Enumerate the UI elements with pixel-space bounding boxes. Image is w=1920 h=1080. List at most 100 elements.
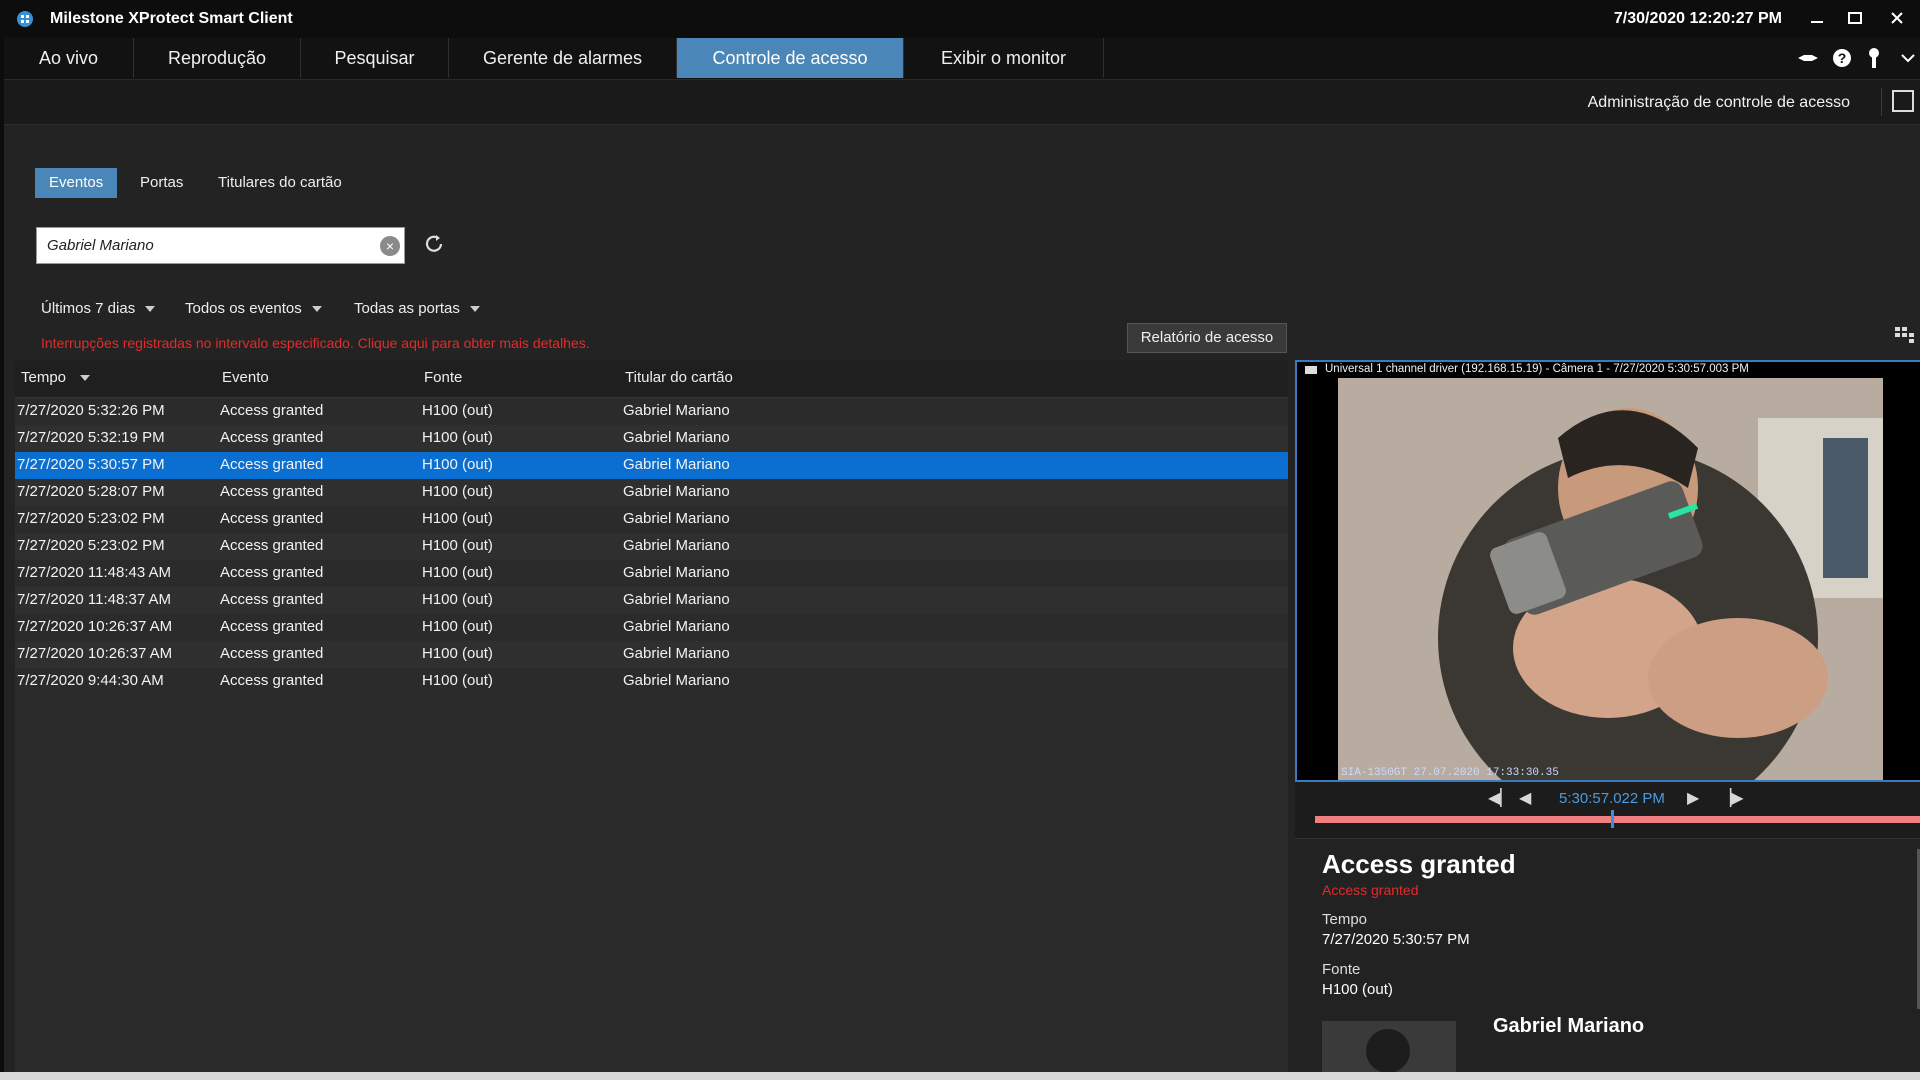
details-time-label: Tempo (1322, 911, 1368, 928)
cell-tempo: 7/27/2020 5:30:57 PM (17, 456, 165, 473)
skip-back-icon[interactable]: ◀▏ (1488, 788, 1513, 808)
cell-fonte: H100 (out) (422, 483, 493, 500)
cell-evento: Access granted (220, 429, 324, 446)
restore-button[interactable] (1838, 4, 1872, 32)
close-button[interactable] (1880, 4, 1914, 32)
tab-reproducao[interactable]: Reprodução (134, 38, 301, 78)
video-caption: Universal 1 channel driver (192.168.15.1… (1325, 363, 1749, 375)
sort-desc-icon (80, 375, 91, 382)
tab-exibir-o-monitor[interactable]: Exibir o monitor (904, 38, 1104, 78)
table-row[interactable]: 7/27/2020 5:23:02 PM Access granted H100 (… (15, 533, 1288, 560)
cell-titular: Gabriel Mariano (623, 510, 730, 527)
search-input[interactable] (37, 228, 377, 262)
table-row[interactable]: 7/27/2020 5:23:02 PM Access granted H100 (… (15, 506, 1288, 533)
table-row[interactable]: 7/27/2020 9:44:30 AM Access granted H100 (… (15, 668, 1288, 695)
table-row[interactable]: 7/27/2020 10:26:37 AM Access granted H100 … (15, 614, 1288, 641)
column-header-fonte[interactable]: Fonte (424, 369, 462, 386)
timeline-marker[interactable] (1611, 810, 1614, 828)
clock: 7/30/2020 12:20:27 PM (1613, 10, 1782, 27)
cell-evento: Access granted (220, 537, 324, 554)
minimize-icon (1811, 21, 1823, 23)
cell-evento: Access granted (220, 456, 324, 473)
column-header-evento[interactable]: Evento (222, 369, 269, 386)
table-row[interactable]: 7/27/2020 11:48:43 AM Access granted H100 … (15, 560, 1288, 587)
chevron-down-icon[interactable] (1896, 46, 1920, 70)
cell-evento: Access granted (220, 672, 324, 689)
playback-controls: ◀▏ ◀ 5:30:57.022 PM ▶ ▕▶ (1295, 782, 1920, 838)
cell-evento: Access granted (220, 618, 324, 635)
table-row[interactable]: 7/27/2020 10:26:37 AM Access granted H100 … (15, 641, 1288, 668)
cell-titular: Gabriel Mariano (623, 402, 730, 419)
period-filter-dropdown[interactable]: Últimos 7 dias (41, 300, 156, 317)
cell-tempo: 7/27/2020 5:32:19 PM (17, 429, 165, 446)
subtab-titulares-do-cartao[interactable]: Titulares do cartão (204, 168, 356, 198)
table-row[interactable]: 7/27/2020 5:32:26 PM Access granted H100 (… (15, 398, 1288, 425)
cell-fonte: H100 (out) (422, 510, 493, 527)
table-row[interactable]: 7/27/2020 11:48:37 AM Access granted H100 … (15, 587, 1288, 614)
avatar (1322, 1021, 1456, 1073)
column-header-tempo[interactable]: Tempo (21, 369, 91, 386)
video-preview[interactable]: Universal 1 channel driver (192.168.15.1… (1295, 360, 1920, 782)
cell-evento: Access granted (220, 510, 324, 527)
step-back-icon[interactable]: ◀ (1519, 788, 1531, 808)
camera-icon (1305, 366, 1317, 374)
cell-evento: Access granted (220, 591, 324, 608)
layout-grid-icon[interactable] (1894, 324, 1916, 346)
cardholder-name: Gabriel Mariano (1493, 1015, 1645, 1037)
playback-time: 5:30:57.022 PM (1559, 790, 1665, 807)
subtab-portas[interactable]: Portas (126, 168, 197, 198)
svg-text:?: ? (1838, 50, 1847, 66)
tab-pesquisar[interactable]: Pesquisar (301, 38, 449, 78)
table-row[interactable]: 7/27/2020 5:28:07 PM Access granted H100 (… (15, 479, 1288, 506)
table-row[interactable]: 7/27/2020 5:32:19 PM Access granted H100 (… (15, 425, 1288, 452)
doors-filter-dropdown[interactable]: Todas as portas (354, 300, 480, 317)
main-tab-bar: Ao vivo Reprodução Pesquisar Gerente de … (4, 38, 1920, 80)
period-filter-label: Últimos 7 dias (41, 300, 136, 317)
timeline[interactable] (1315, 816, 1920, 823)
subtab-eventos[interactable]: Eventos (35, 168, 118, 198)
caret-down-icon (469, 306, 480, 313)
refresh-icon[interactable] (422, 232, 446, 256)
access-control-admin-link[interactable]: Administração de controle de acesso (1588, 94, 1850, 112)
interruptions-warning-link[interactable]: Interrupções registradas no intervalo es… (41, 335, 590, 351)
tab-ao-vivo[interactable]: Ao vivo (4, 38, 134, 78)
details-title: Access granted (1322, 849, 1516, 879)
maximize-icon[interactable] (1892, 90, 1914, 112)
cell-titular: Gabriel Mariano (623, 483, 730, 500)
play-icon[interactable]: ▶ (1687, 788, 1699, 808)
cell-fonte: H100 (out) (422, 456, 493, 473)
video-frame (1338, 378, 1883, 780)
cell-tempo: 7/27/2020 5:28:07 PM (17, 483, 165, 500)
tab-controle-de-acesso[interactable]: Controle de acesso (677, 38, 904, 78)
close-icon (1891, 12, 1903, 24)
app-window: Milestone XProtect Smart Client 7/30/202… (0, 0, 1920, 1073)
milestone-logo-icon (17, 11, 33, 27)
key-icon[interactable] (1862, 46, 1886, 70)
access-report-button[interactable]: Relatório de acesso (1127, 323, 1287, 353)
video-timestamp-overlay: SIA-1350GT 27.07.2020 17:33:30.35 (1341, 767, 1559, 779)
cell-titular: Gabriel Mariano (623, 429, 730, 446)
cell-tempo: 7/27/2020 11:48:43 AM (17, 564, 172, 581)
events-filter-label: Todos os eventos (185, 300, 302, 317)
skip-forward-icon[interactable]: ▕▶ (1719, 788, 1744, 808)
cell-evento: Access granted (220, 564, 324, 581)
help-icon[interactable]: ? (1830, 46, 1854, 70)
cell-tempo: 7/27/2020 5:23:02 PM (17, 510, 165, 527)
minimize-button[interactable] (1800, 4, 1834, 32)
details-source-value: H100 (out) (1322, 981, 1393, 998)
column-header-titular[interactable]: Titular do cartão (625, 369, 733, 386)
cell-titular: Gabriel Mariano (623, 456, 730, 473)
cell-evento: Access granted (220, 402, 324, 419)
table-row[interactable]: 7/27/2020 5:30:57 PM Access granted H100 (… (15, 452, 1288, 479)
cell-tempo: 7/27/2020 11:48:37 AM (17, 591, 172, 608)
event-details-panel: Access granted Access granted Tempo 7/27… (1295, 838, 1920, 1073)
network-icon[interactable] (1796, 46, 1820, 70)
cell-fonte: H100 (out) (422, 618, 493, 635)
title-bar: Milestone XProtect Smart Client 7/30/202… (4, 0, 1920, 38)
tab-gerente-de-alarmes[interactable]: Gerente de alarmes (449, 38, 677, 78)
events-filter-dropdown[interactable]: Todos os eventos (185, 300, 322, 317)
table-header: Tempo Evento Fonte Titular do cartão (15, 360, 1288, 398)
cell-fonte: H100 (out) (422, 645, 493, 662)
clear-search-icon[interactable]: × (380, 236, 400, 256)
cell-evento: Access granted (220, 645, 324, 662)
